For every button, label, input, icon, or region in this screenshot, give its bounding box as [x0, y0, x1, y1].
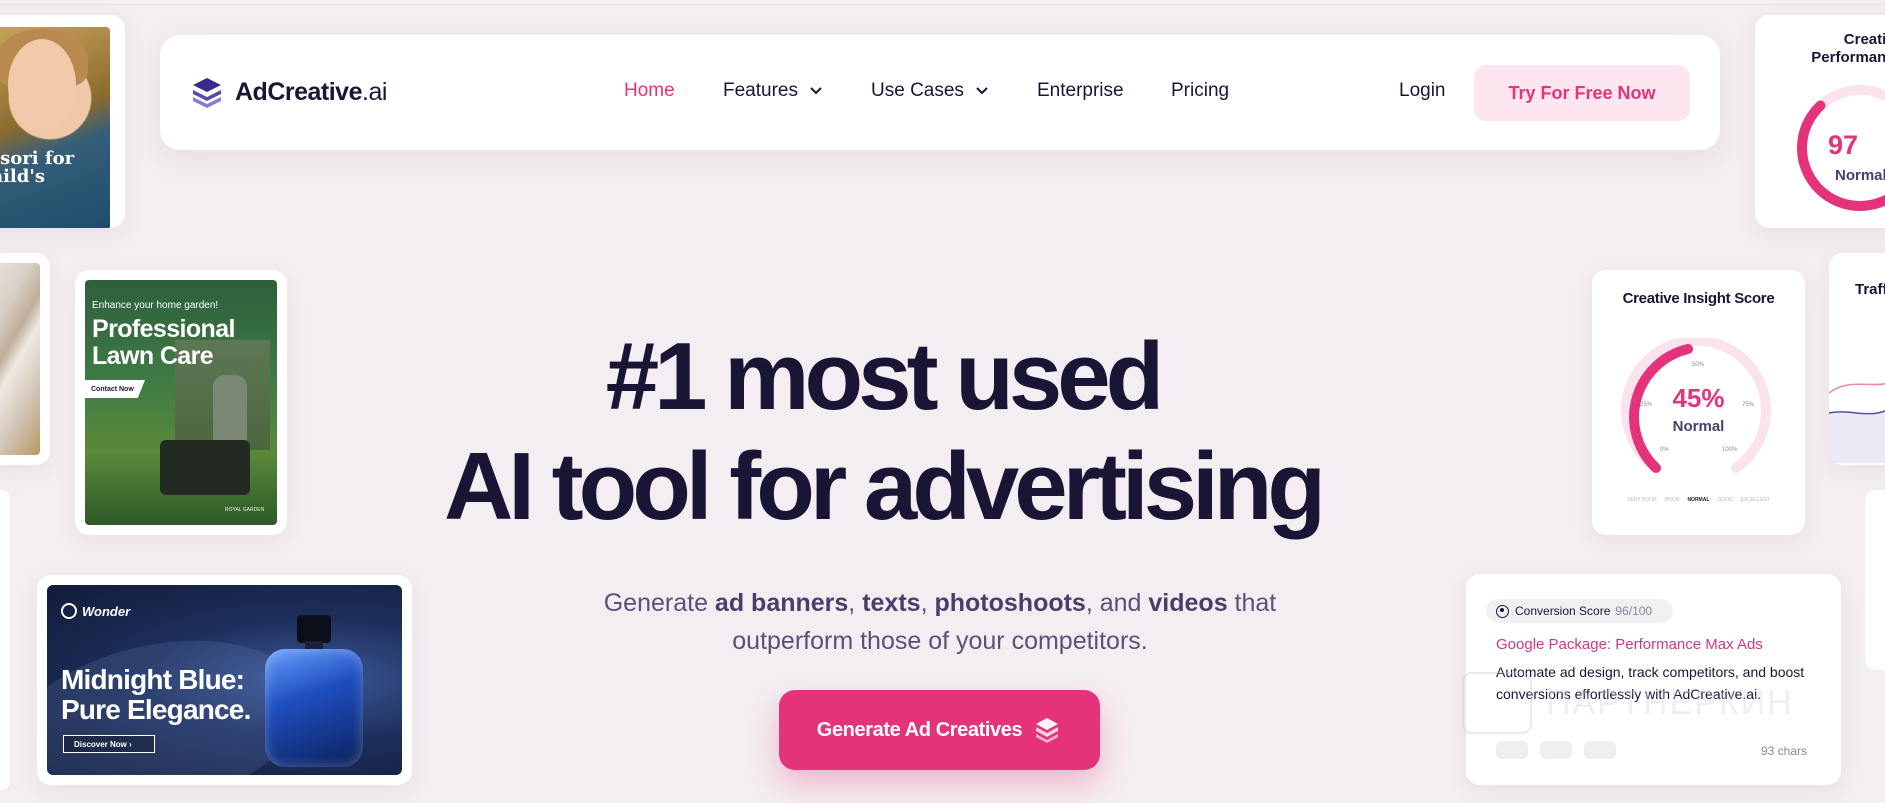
- nav-features[interactable]: Features: [723, 80, 822, 102]
- cis-value: 45%: [1672, 383, 1725, 413]
- ad-card-kid: ssori for hild's !: [0, 15, 125, 228]
- ad-card-partial: [0, 490, 10, 790]
- wonder-brand: Wonder: [61, 603, 130, 619]
- nav-use-cases-label: Use Cases: [871, 80, 964, 101]
- ad-kid-text: ssori for hild's !: [0, 148, 75, 187]
- lawn-mower-shape: [160, 440, 250, 495]
- cis-label: Normal: [1672, 418, 1725, 435]
- chevron-down-icon: [810, 87, 822, 95]
- watermark-icon: [1462, 672, 1532, 734]
- chip-placeholders: [1496, 741, 1616, 759]
- wonder-discover-button: Discover Now ›: [63, 735, 155, 753]
- cis-title: Creative Insight Score: [1622, 290, 1775, 307]
- scale-excellent: EXCELLENT: [1740, 497, 1770, 503]
- chip: [1540, 741, 1572, 759]
- nav-enterprise[interactable]: Enterprise: [1037, 80, 1124, 102]
- perf-value: 97: [1828, 130, 1859, 160]
- perfume-cap-shape: [297, 615, 331, 643]
- conversion-score-label: Conversion Score: [1515, 604, 1611, 618]
- hero-subtitle-line2: outperform those of your competitors.: [732, 627, 1148, 655]
- nav-pricing-label: Pricing: [1171, 80, 1230, 101]
- chevron-down-icon: [976, 87, 988, 95]
- gauge-tick-0: 0%: [1660, 447, 1669, 453]
- score-icon: [1496, 604, 1509, 618]
- nav-home-label: Home: [624, 80, 675, 101]
- lawn-contact-button: Contact Now: [85, 380, 145, 398]
- scale-good: GOOD: [1717, 497, 1733, 503]
- card-partial-right: [1865, 490, 1885, 670]
- stack-logo-icon: [193, 78, 221, 108]
- conversion-score-value: 96/100: [1615, 604, 1653, 618]
- creative-performance-card: Creative Performance 97 Normal: [1755, 15, 1885, 228]
- chip: [1496, 741, 1528, 759]
- char-count: 93 chars: [1761, 744, 1808, 758]
- nav-features-label: Features: [723, 80, 798, 101]
- perf-title: Creative Performance: [1811, 31, 1885, 66]
- generate-ad-creatives-button[interactable]: Generate Ad Creatives: [779, 690, 1100, 770]
- nav-pricing[interactable]: Pricing: [1171, 80, 1229, 102]
- nav-enterprise-label: Enterprise: [1037, 80, 1124, 101]
- wonder-title: Midnight Blue: Pure Elegance.: [61, 664, 251, 725]
- navbar: AdCreative.ai Home Features Use Cases En…: [160, 35, 1720, 150]
- top-divider: [0, 4, 1885, 5]
- wonder-logo-icon: [61, 603, 77, 619]
- lawn-brand: ROYAL GARDEN: [225, 507, 265, 513]
- ad-card-lawn: Enhance your home garden! Professional L…: [75, 270, 287, 535]
- traffic-card: Traff: [1829, 253, 1885, 465]
- brand-logo[interactable]: AdCreative.ai: [190, 75, 387, 109]
- scale-very-poor: VERY POOR: [1627, 497, 1657, 503]
- brand-name: AdCreative.ai: [235, 77, 387, 106]
- ad-card-perfume: Wonder Midnight Blue: Pure Elegance. Dis…: [37, 575, 412, 785]
- nav-use-cases[interactable]: Use Cases: [871, 80, 988, 102]
- scale-normal: NORMAL: [1687, 497, 1710, 503]
- traffic-title: Traff: [1855, 281, 1885, 298]
- gauge-tick-50: 50%: [1692, 362, 1705, 368]
- watermark: ПАРТНЕРКИН: [1462, 672, 1794, 734]
- perfume-bottle-shape: [265, 649, 363, 767]
- traffic-chart: [1829, 382, 1885, 463]
- lawn-title: Professional Lawn Care: [92, 315, 235, 370]
- ad-image-marble: [0, 263, 40, 455]
- ad-image-lawn: Enhance your home garden! Professional L…: [85, 280, 277, 525]
- ad-headline: Google Package: Performance Max Ads: [1496, 636, 1763, 653]
- scale-poor: POOR: [1664, 497, 1680, 503]
- hero-subtitle-line1: Generate ad banners, texts, photoshoots,…: [603, 589, 1277, 617]
- cis-scale: VERY POOR POOR NORMAL GOOD EXCELLENT: [1592, 497, 1805, 503]
- nav-home[interactable]: Home: [624, 80, 675, 102]
- chip: [1584, 741, 1616, 759]
- try-free-button[interactable]: Try For Free Now: [1474, 65, 1690, 121]
- login-link[interactable]: Login: [1399, 80, 1446, 102]
- kid-face-shape: [8, 39, 76, 131]
- ad-image-kid: ssori for hild's !: [0, 27, 110, 228]
- ad-image-perfume: Wonder Midnight Blue: Pure Elegance. Dis…: [47, 585, 402, 775]
- ad-card-marble: [0, 253, 50, 465]
- watermark-text: ПАРТНЕРКИН: [1546, 683, 1794, 722]
- conversion-score-pill: Conversion Score 96/100: [1486, 599, 1673, 623]
- gauge-tick-100: 100%: [1722, 447, 1738, 453]
- creative-insight-score-card: Creative Insight Score 0% 25% 50% 75% 10…: [1592, 270, 1805, 535]
- lawn-tagline: Enhance your home garden!: [92, 300, 219, 311]
- generate-ad-creatives-label: Generate Ad Creatives: [816, 718, 1023, 741]
- cube-icon: [1036, 718, 1059, 743]
- perf-label: Normal: [1835, 167, 1885, 184]
